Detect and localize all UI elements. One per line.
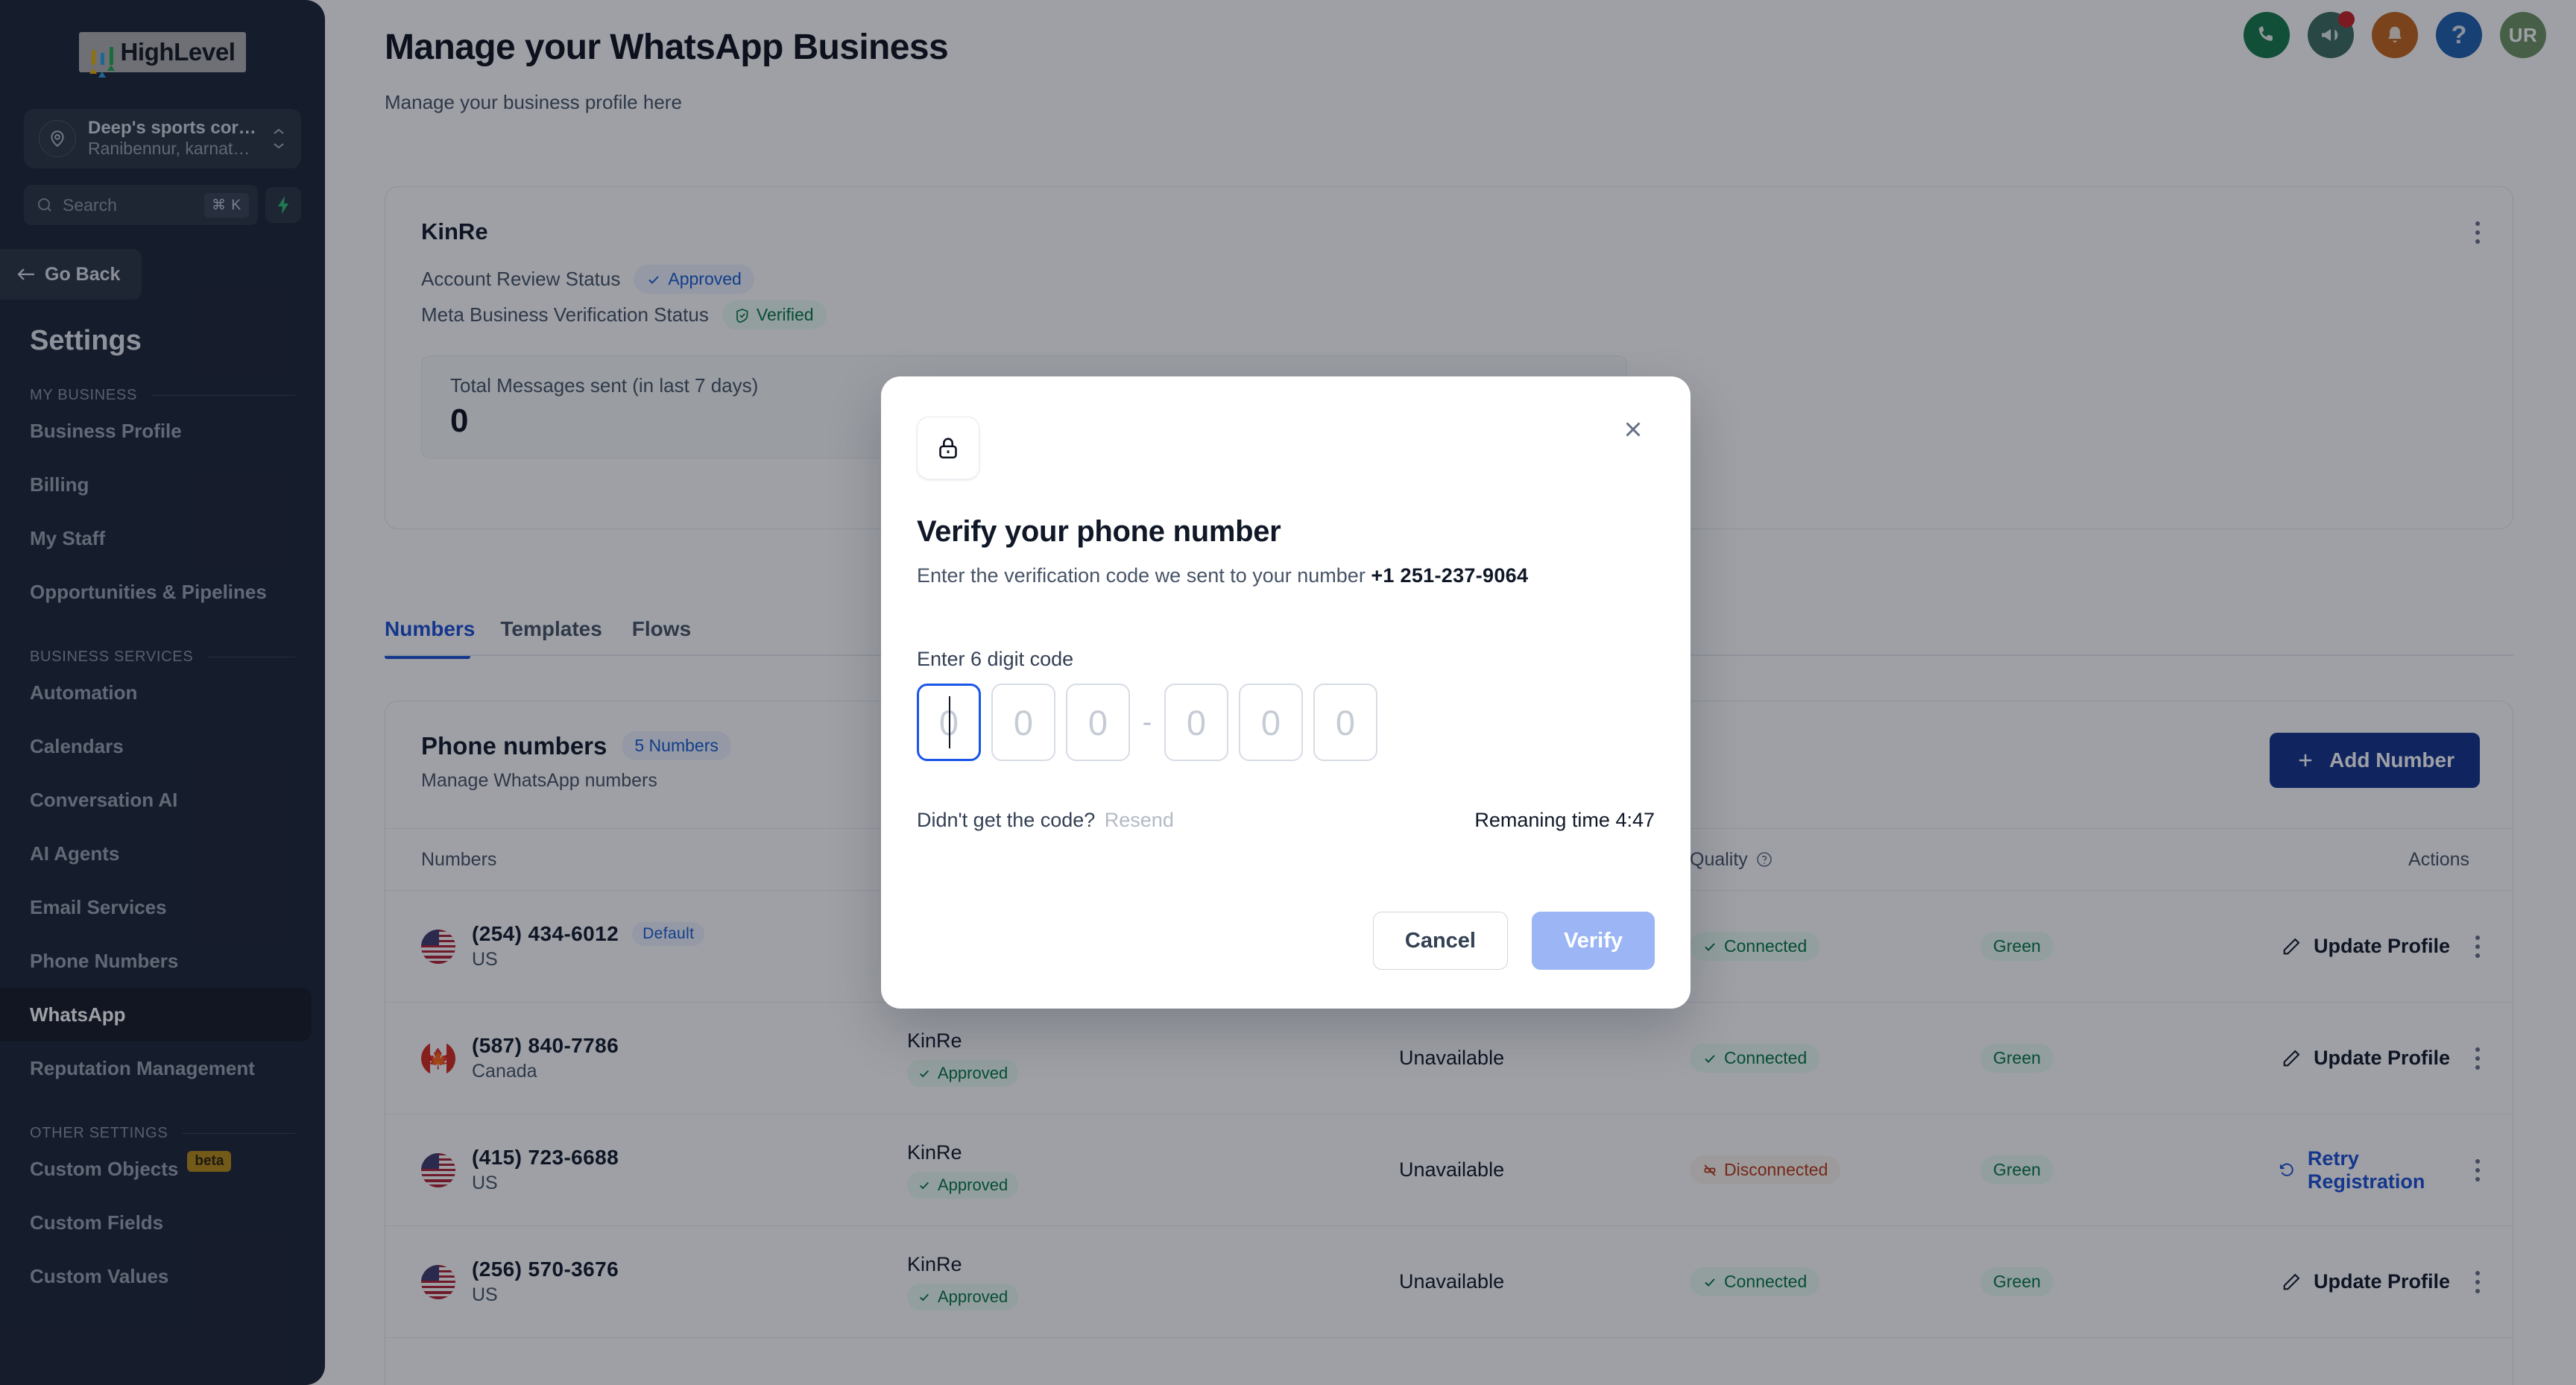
remaining-time: Remaning time 4:47 — [1474, 809, 1655, 831]
resend-question: Didn't get the code? — [917, 809, 1096, 831]
otp-placeholder: 0 — [1013, 702, 1034, 742]
verify-button[interactable]: Verify — [1532, 912, 1655, 970]
text-caret — [949, 696, 950, 748]
otp-placeholder: 0 — [1335, 702, 1356, 742]
modal-description: Enter the verification code we sent to y… — [917, 564, 1528, 587]
otp-placeholder: 0 — [1260, 702, 1281, 742]
modal-footer: Cancel Verify — [1372, 912, 1655, 970]
otp-digit-5[interactable]: 0 — [1239, 684, 1303, 761]
verify-phone-modal: Verify your phone number Enter the verif… — [881, 376, 1690, 1009]
resend-link[interactable]: Resend — [1105, 809, 1174, 831]
otp-separator: - — [1142, 706, 1152, 738]
otp-input-group: 000-000 — [917, 684, 1377, 761]
modal-description-prefix: Enter the verification code we sent to y… — [917, 564, 1366, 587]
otp-placeholder: 0 — [1186, 702, 1207, 742]
otp-digit-1[interactable]: 0 — [917, 684, 981, 761]
otp-digit-4[interactable]: 0 — [1164, 684, 1228, 761]
otp-digit-6[interactable]: 0 — [1313, 684, 1377, 761]
otp-label: Enter 6 digit code — [917, 648, 1074, 670]
lock-icon — [917, 417, 979, 479]
app-root: HighLevel Deep's sports cornor Ranibennu… — [0, 0, 2576, 1385]
cancel-button[interactable]: Cancel — [1372, 912, 1508, 970]
close-icon[interactable] — [1614, 411, 1652, 448]
modal-title: Verify your phone number — [917, 515, 1281, 548]
resend-row: Didn't get the code? Resend Remaning tim… — [917, 809, 1655, 832]
modal-phone-number: +1 251-237-9064 — [1371, 564, 1529, 587]
otp-placeholder: 0 — [1087, 702, 1108, 742]
resend-block: Didn't get the code? Resend — [917, 809, 1174, 832]
otp-digit-3[interactable]: 0 — [1066, 684, 1130, 761]
otp-digit-2[interactable]: 0 — [991, 684, 1055, 761]
